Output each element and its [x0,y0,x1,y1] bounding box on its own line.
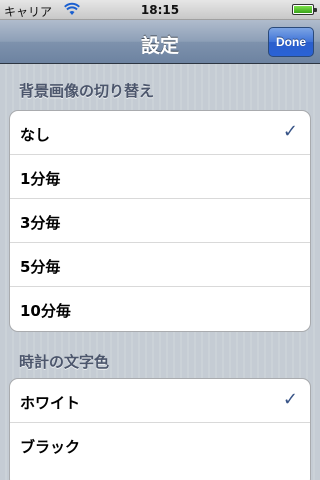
text-color-group: ホワイト ✓ ブラック [9,378,311,480]
option-label: 3分毎 [20,214,61,232]
option-label: なし [20,126,51,144]
navigation-bar: 設定 Done [0,20,320,64]
option-label: 1分毎 [20,170,61,188]
option-3min[interactable]: 3分毎 [10,199,310,243]
background-interval-group: なし ✓ 1分毎 3分毎 5分毎 10分毎 [9,110,311,332]
option-label: ブラック [20,438,81,456]
option-label: ホワイト [20,394,81,412]
option-5min[interactable]: 5分毎 [10,243,310,287]
option-none[interactable]: なし ✓ [10,111,310,155]
option-1min[interactable]: 1分毎 [10,155,310,199]
option-white[interactable]: ホワイト ✓ [10,379,310,423]
section-header-text-color: 時計の文字色 [19,353,110,371]
status-bar: キャリア 18:15 [0,0,320,20]
checkmark-icon: ✓ [282,389,298,410]
option-10min[interactable]: 10分毎 [10,287,310,331]
done-button[interactable]: Done [268,27,314,57]
battery-icon [292,4,317,15]
option-label: 5分毎 [20,258,61,276]
clock-time: 18:15 [140,3,180,17]
checkmark-icon: ✓ [282,121,298,142]
option-black[interactable]: ブラック [10,423,310,467]
section-header-background: 背景画像の切り替え [19,82,155,100]
option-label: 10分毎 [20,302,71,320]
